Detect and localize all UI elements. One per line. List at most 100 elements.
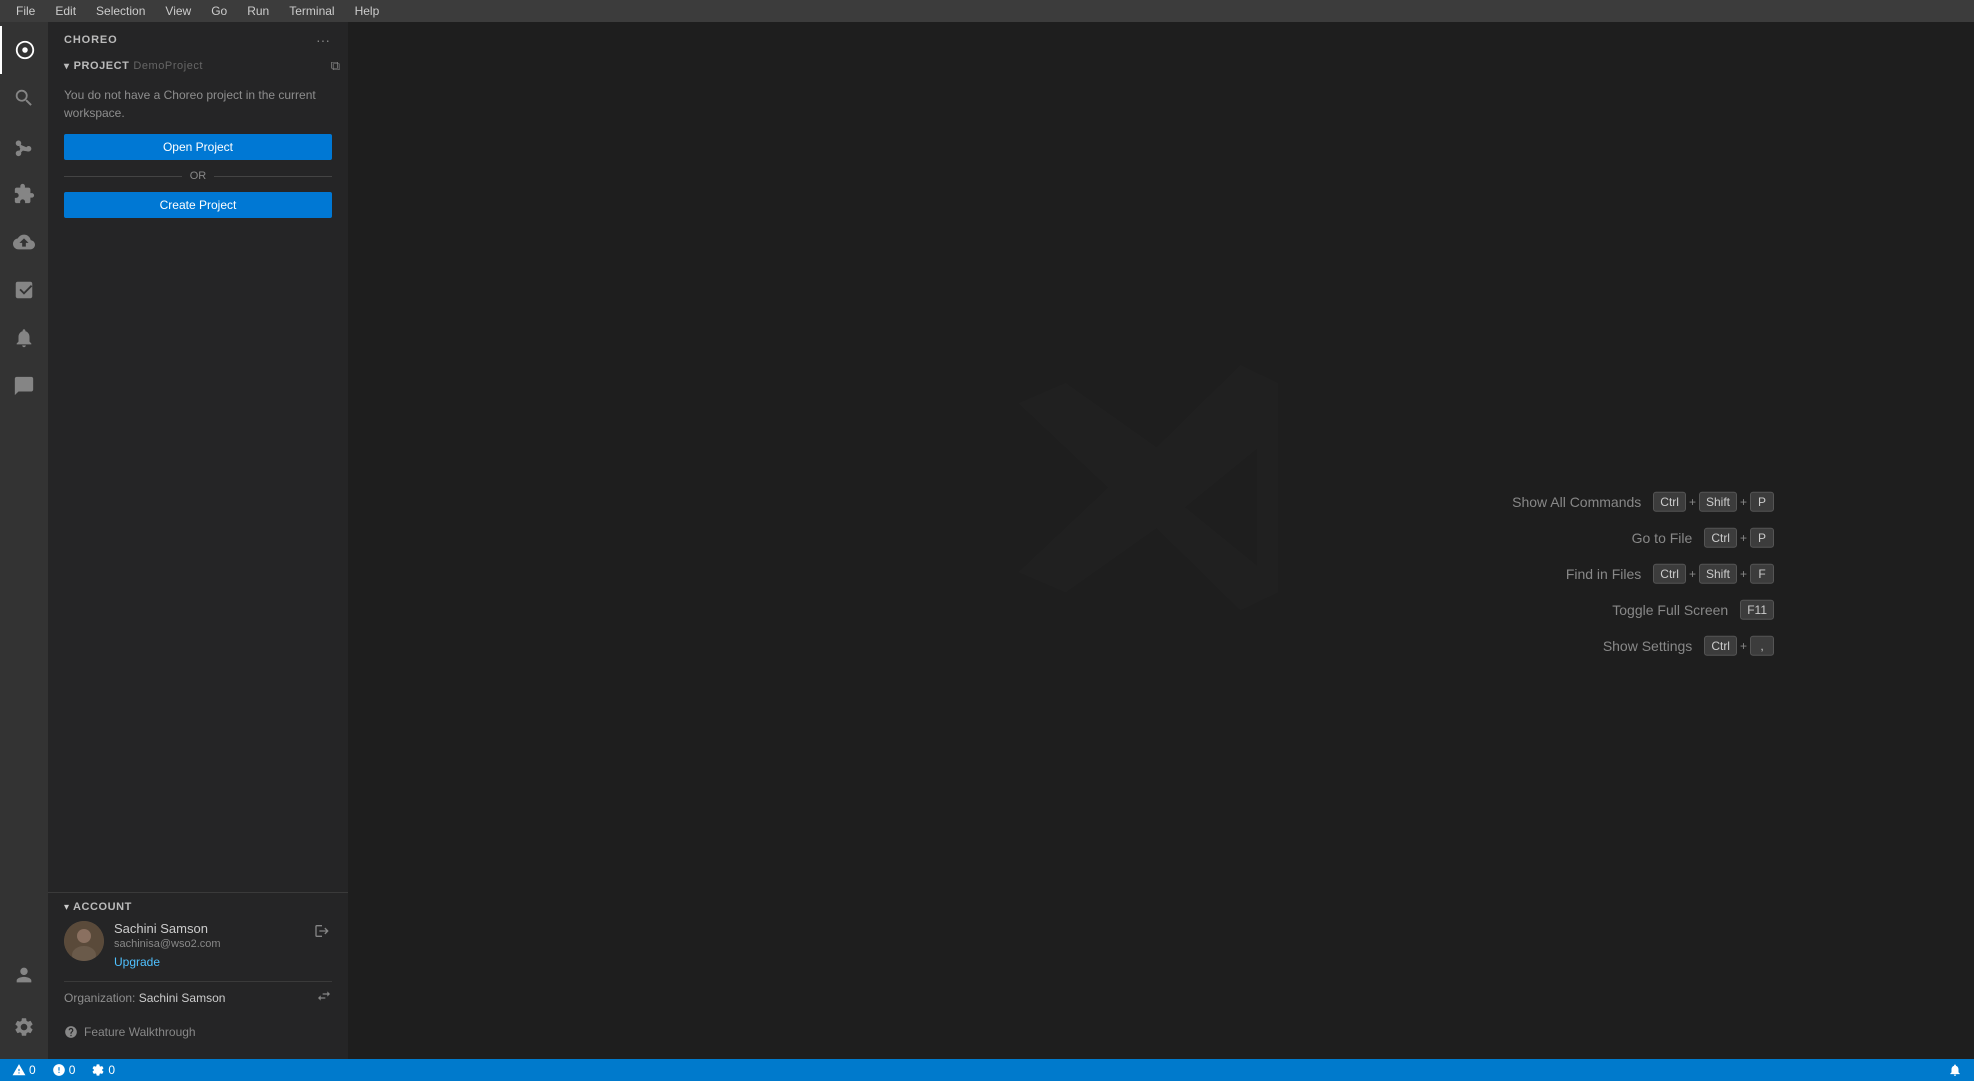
activity-monitor[interactable] bbox=[0, 266, 48, 314]
status-left: 0 0 0 bbox=[8, 1063, 119, 1077]
or-text: OR bbox=[190, 170, 207, 182]
key-ctrl-1: Ctrl bbox=[1704, 527, 1737, 547]
activity-choreo[interactable] bbox=[0, 26, 48, 74]
project-label: PROJECT bbox=[74, 60, 130, 72]
key-plus-5: + bbox=[1740, 566, 1747, 580]
sidebar-header-icons: ··· bbox=[314, 30, 332, 50]
key-p-1: P bbox=[1750, 527, 1774, 547]
account-header-left: ▾ ACCOUNT bbox=[64, 901, 132, 913]
shortcut-row-2: Find in Files Ctrl + Shift + F bbox=[1512, 563, 1774, 583]
shortcut-keys-4: Ctrl + , bbox=[1704, 635, 1774, 655]
shortcut-row-3: Toggle Full Screen F11 bbox=[1512, 599, 1774, 619]
menu-bar: File Edit Selection View Go Run Terminal… bbox=[0, 0, 1974, 22]
shortcut-label-1: Go to File bbox=[1632, 529, 1693, 545]
project-external-link-icon[interactable]: ⧉ bbox=[331, 58, 340, 74]
project-section: You do not have a Choreo project in the … bbox=[48, 78, 348, 234]
feature-walkthrough[interactable]: Feature Walkthrough bbox=[64, 1021, 332, 1043]
activity-alerts[interactable] bbox=[0, 314, 48, 362]
activity-search[interactable] bbox=[0, 74, 48, 122]
shortcut-label-4: Show Settings bbox=[1603, 637, 1693, 653]
activity-chat[interactable] bbox=[0, 362, 48, 410]
account-chevron-icon: ▾ bbox=[64, 902, 69, 913]
menu-view[interactable]: View bbox=[157, 2, 199, 20]
shortcut-keys-2: Ctrl + Shift + F bbox=[1653, 563, 1774, 583]
status-info-count: 0 bbox=[108, 1063, 115, 1077]
sidebar-spacer bbox=[48, 234, 348, 892]
key-plus-3: + bbox=[1740, 530, 1747, 544]
key-shift: Shift bbox=[1699, 491, 1737, 511]
project-section-left: ▾ PROJECT DemoProject bbox=[64, 60, 203, 72]
menu-edit[interactable]: Edit bbox=[47, 2, 84, 20]
org-name: Sachini Samson bbox=[139, 991, 226, 1005]
upgrade-link[interactable]: Upgrade bbox=[114, 955, 160, 969]
main-layout: CHOREO ··· ▾ PROJECT DemoProject ⧉ You d… bbox=[0, 22, 1974, 1059]
key-plus-2: + bbox=[1740, 494, 1747, 508]
menu-help[interactable]: Help bbox=[347, 2, 388, 20]
key-ctrl: Ctrl bbox=[1653, 491, 1686, 511]
status-error-count: 0 bbox=[29, 1063, 36, 1077]
menu-terminal[interactable]: Terminal bbox=[281, 2, 342, 20]
project-section-header[interactable]: ▾ PROJECT DemoProject ⧉ bbox=[48, 54, 348, 78]
status-right bbox=[1944, 1063, 1966, 1077]
status-info[interactable]: 0 bbox=[87, 1063, 119, 1077]
sidebar: CHOREO ··· ▾ PROJECT DemoProject ⧉ You d… bbox=[48, 22, 348, 1059]
status-bar: 0 0 0 bbox=[0, 1059, 1974, 1081]
project-name: DemoProject bbox=[133, 60, 203, 72]
key-f: F bbox=[1750, 563, 1774, 583]
vscode-logo bbox=[1001, 347, 1321, 670]
feature-walkthrough-label: Feature Walkthrough bbox=[84, 1025, 196, 1039]
shortcut-label-3: Toggle Full Screen bbox=[1612, 601, 1728, 617]
project-chevron-icon: ▾ bbox=[64, 61, 70, 72]
shortcut-row-1: Go to File Ctrl + P bbox=[1512, 527, 1774, 547]
org-row: Organization: Sachini Samson bbox=[64, 981, 332, 1013]
key-comma: , bbox=[1750, 635, 1774, 655]
activity-bar bbox=[0, 22, 48, 1059]
or-line-left bbox=[64, 176, 182, 177]
shortcut-keys-3: F11 bbox=[1740, 599, 1774, 619]
sidebar-title: CHOREO bbox=[64, 34, 118, 46]
sidebar-more-icon[interactable]: ··· bbox=[314, 30, 332, 50]
key-shift-2: Shift bbox=[1699, 563, 1737, 583]
menu-selection[interactable]: Selection bbox=[88, 2, 153, 20]
menu-run[interactable]: Run bbox=[239, 2, 277, 20]
shortcut-keys-1: Ctrl + P bbox=[1704, 527, 1774, 547]
menu-file[interactable]: File bbox=[8, 2, 43, 20]
activity-source-control[interactable] bbox=[0, 122, 48, 170]
key-plus-6: + bbox=[1740, 638, 1747, 652]
shortcut-keys-0: Ctrl + Shift + P bbox=[1653, 491, 1774, 511]
shortcuts-panel: Show All Commands Ctrl + Shift + P Go to… bbox=[1512, 491, 1774, 655]
open-project-button[interactable]: Open Project bbox=[64, 134, 332, 160]
account-header: ▾ ACCOUNT bbox=[64, 901, 332, 913]
editor-area: Show All Commands Ctrl + Shift + P Go to… bbox=[348, 22, 1974, 1059]
key-f11: F11 bbox=[1740, 599, 1774, 619]
sidebar-header: CHOREO ··· bbox=[48, 22, 348, 54]
status-warning-count: 0 bbox=[69, 1063, 76, 1077]
account-title: ACCOUNT bbox=[73, 901, 132, 913]
activity-settings[interactable] bbox=[0, 1003, 48, 1051]
shortcut-row-4: Show Settings Ctrl + , bbox=[1512, 635, 1774, 655]
project-section-right: ⧉ bbox=[331, 58, 340, 74]
activity-extensions[interactable] bbox=[0, 170, 48, 218]
project-message: You do not have a Choreo project in the … bbox=[64, 86, 332, 122]
avatar bbox=[64, 921, 104, 961]
avatar-image bbox=[64, 921, 104, 961]
key-p: P bbox=[1750, 491, 1774, 511]
create-project-button[interactable]: Create Project bbox=[64, 192, 332, 218]
menu-go[interactable]: Go bbox=[203, 2, 235, 20]
status-warnings[interactable]: 0 bbox=[48, 1063, 80, 1077]
shortcut-label-0: Show All Commands bbox=[1512, 493, 1641, 509]
activity-deploy[interactable] bbox=[0, 218, 48, 266]
org-label: Organization: Sachini Samson bbox=[64, 991, 225, 1005]
key-plus: + bbox=[1689, 494, 1696, 508]
or-line-right bbox=[214, 176, 332, 177]
account-signout-icon[interactable] bbox=[312, 921, 332, 944]
status-bell[interactable] bbox=[1944, 1063, 1966, 1077]
account-info: Sachini Samson sachinisa@wso2.com Upgrad… bbox=[64, 921, 332, 969]
activity-bottom bbox=[0, 951, 48, 1059]
key-plus-4: + bbox=[1689, 566, 1696, 580]
org-switch-icon[interactable] bbox=[316, 988, 332, 1007]
activity-account[interactable] bbox=[0, 951, 48, 999]
status-errors[interactable]: 0 bbox=[8, 1063, 40, 1077]
account-email: sachinisa@wso2.com bbox=[114, 938, 302, 950]
account-section: ▾ ACCOUNT Sachini Samso bbox=[48, 892, 348, 1059]
